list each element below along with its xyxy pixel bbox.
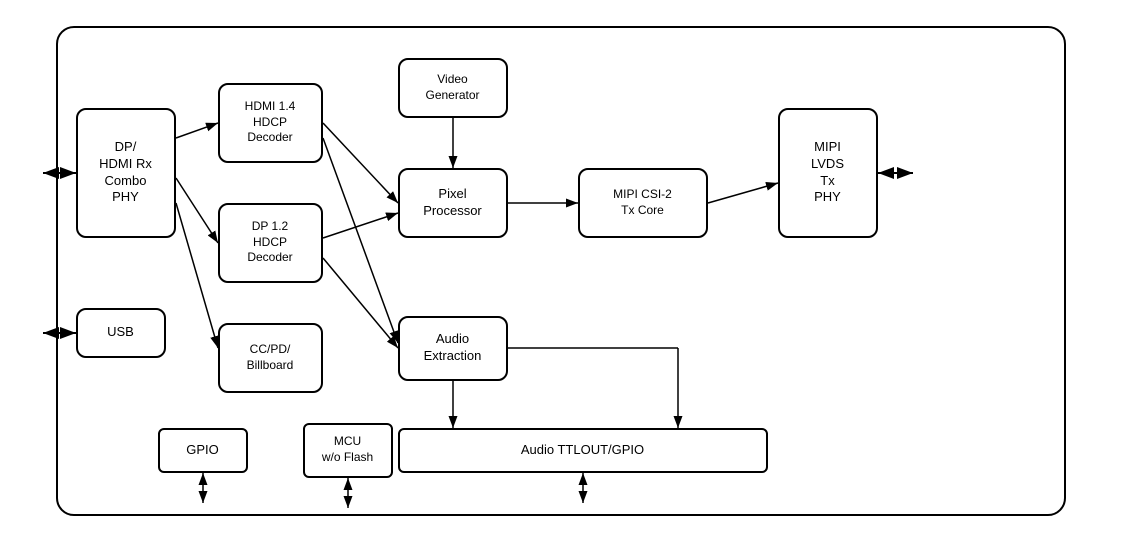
mipi-lvds-block: MIPI LVDS Tx PHY [778,108,878,238]
usb-block: USB [76,308,166,358]
dp-decoder-block: DP 1.2 HDCP Decoder [218,203,323,283]
video-gen-block: Video Generator [398,58,508,118]
pixel-proc-block: Pixel Processor [398,168,508,238]
diagram-container: DP/ HDMI Rx Combo PHY USB HDMI 1.4 HDCP … [26,16,1106,536]
mipi-csi2-block: MIPI CSI-2 Tx Core [578,168,708,238]
gpio-block: GPIO [158,428,248,473]
dp-hdmi-rx-block: DP/ HDMI Rx Combo PHY [76,108,176,238]
outer-box: DP/ HDMI Rx Combo PHY USB HDMI 1.4 HDCP … [56,26,1066,516]
audio-ttl-block: Audio TTLOUT/GPIO [398,428,768,473]
hdmi-decoder-block: HDMI 1.4 HDCP Decoder [218,83,323,163]
cc-pd-block: CC/PD/ Billboard [218,323,323,393]
audio-ext-block: Audio Extraction [398,316,508,381]
mcu-block: MCU w/o Flash [303,423,393,478]
